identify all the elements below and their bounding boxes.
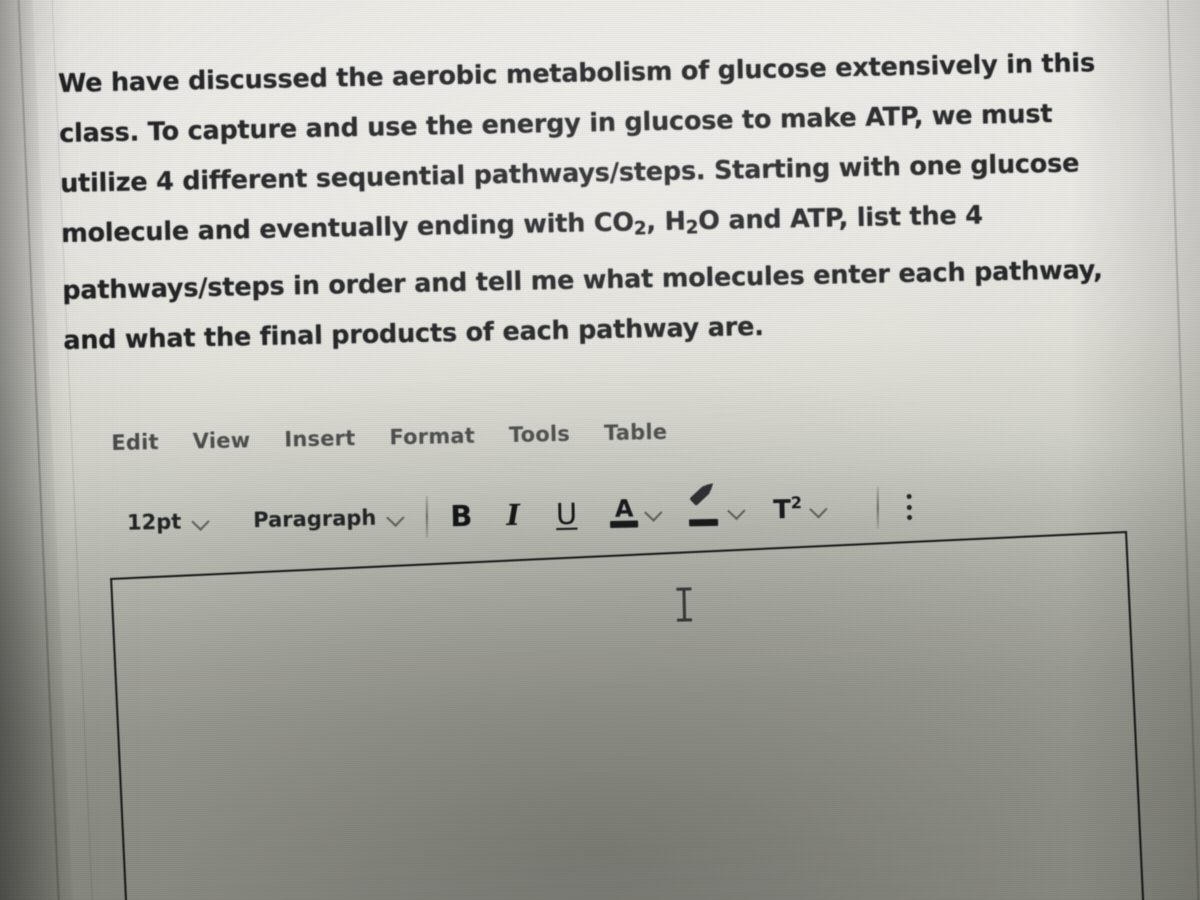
chevron-down-icon (193, 513, 209, 529)
prompt-line-4-part-a: molecule and eventually ending with CO (60, 207, 635, 249)
block-format-label: Paragraph (253, 505, 377, 533)
prompt-line-4-part-b: , H (646, 206, 686, 238)
bold-button[interactable]: B (450, 498, 473, 532)
chevron-down-icon[interactable] (729, 502, 745, 518)
menu-item-insert[interactable]: Insert (284, 426, 356, 451)
text-color-button[interactable]: A (611, 495, 663, 529)
prompt-line-4-part-c: O and ATP, list the 4 (697, 200, 984, 237)
chevron-down-icon (388, 509, 404, 525)
block-format-select[interactable]: Paragraph (253, 505, 405, 532)
highlight-color-button[interactable] (689, 483, 746, 528)
underline-button[interactable]: U (556, 496, 578, 530)
menu-item-format[interactable]: Format (389, 424, 475, 450)
screen-content: We have discussed the aerobic metabolism… (0, 0, 1200, 900)
more-vertical-icon[interactable] (905, 493, 914, 521)
font-size-select[interactable]: 12pt (127, 509, 210, 535)
photographed-screen: We have discussed the aerobic metabolism… (0, 0, 1200, 900)
text-ibeam-cursor (675, 586, 693, 622)
screen-surface: We have discussed the aerobic metabolism… (0, 0, 1200, 900)
editor-body[interactable] (110, 530, 1147, 900)
chevron-down-icon[interactable] (811, 501, 827, 517)
highlighter-pen-icon (689, 483, 721, 528)
menu-item-edit[interactable]: Edit (111, 430, 159, 455)
menu-item-table[interactable]: Table (604, 420, 668, 445)
toolbar-divider (426, 495, 429, 538)
superscript-button[interactable]: T2 (773, 493, 828, 525)
italic-button[interactable]: I (506, 497, 520, 531)
chevron-down-icon[interactable] (646, 504, 662, 520)
superscript-icon: T2 (773, 493, 803, 525)
co2-subscript: 2 (633, 218, 647, 240)
superscript-exponent: 2 (790, 493, 803, 513)
editor-menubar: Edit View Insert Format Tools Table (111, 420, 667, 455)
font-size-label: 12pt (126, 509, 182, 535)
text-color-icon: A (611, 495, 638, 529)
menu-item-tools[interactable]: Tools (509, 422, 571, 447)
editor-toolbar: 12pt Paragraph B I U A T2 (127, 483, 914, 544)
menu-item-view[interactable]: View (193, 428, 251, 453)
question-prompt: We have discussed the aerobic metabolism… (58, 38, 1124, 366)
h2o-subscript: 2 (685, 217, 699, 239)
superscript-base: T (772, 495, 792, 526)
toolbar-divider-2 (877, 486, 880, 529)
